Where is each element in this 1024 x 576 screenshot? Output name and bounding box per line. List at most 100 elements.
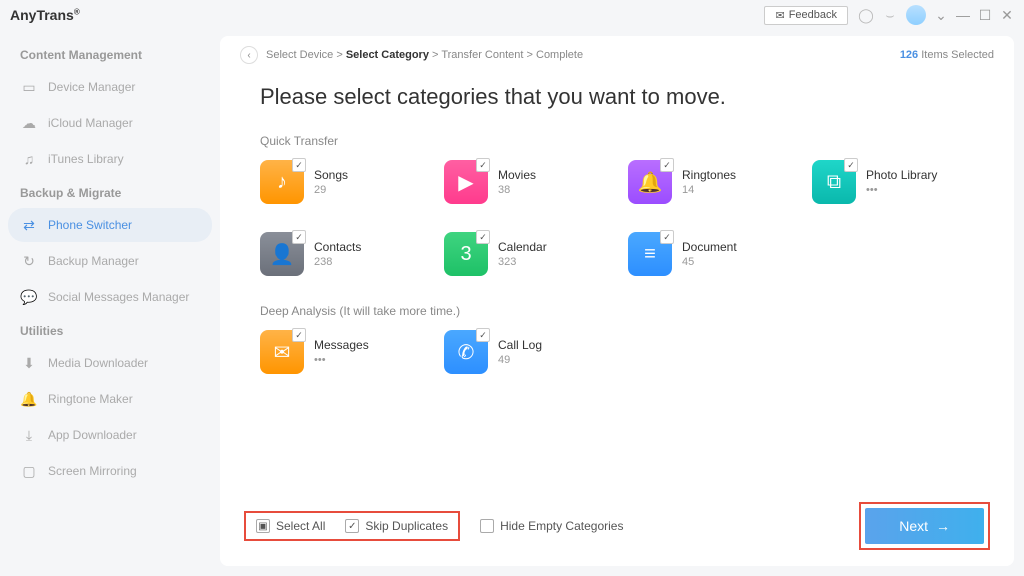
category-icon: 🔔✓ bbox=[628, 160, 672, 204]
tile-checkbox[interactable]: ✓ bbox=[476, 328, 490, 342]
tile-count: 323 bbox=[498, 256, 547, 268]
tile-count: 29 bbox=[314, 184, 348, 196]
sidebar-item-social-messages-manager[interactable]: 💬 Social Messages Manager bbox=[8, 280, 212, 314]
sidebar: Content Management▭Device Manager ☁ iCloud… bbox=[0, 30, 220, 576]
tile-info: Contacts238 bbox=[314, 240, 361, 268]
tile-checkbox[interactable]: ✓ bbox=[660, 158, 674, 172]
tile-checkbox[interactable]: ✓ bbox=[292, 158, 306, 172]
tile-name: Photo Library bbox=[866, 168, 937, 182]
tile-name: Calendar bbox=[498, 240, 547, 254]
tile-name: Movies bbox=[498, 168, 536, 182]
feedback-button[interactable]: ✉ Feedback bbox=[764, 6, 848, 25]
sidebar-icon: ☁ bbox=[20, 114, 38, 132]
category-icon: 3✓ bbox=[444, 232, 488, 276]
category-icon: ≡✓ bbox=[628, 232, 672, 276]
sidebar-icon: ⇄ bbox=[20, 216, 38, 234]
category-icon: ⧉✓ bbox=[812, 160, 856, 204]
tile-checkbox[interactable]: ✓ bbox=[476, 230, 490, 244]
gift-icon[interactable]: ⌣ bbox=[882, 7, 898, 23]
app-brand: AnyTrans® bbox=[10, 7, 80, 23]
close-icon[interactable]: ✕ bbox=[1000, 7, 1014, 24]
sidebar-icon: 💬 bbox=[20, 288, 38, 306]
category-tile-contacts[interactable]: 👤✓ Contacts238 bbox=[260, 232, 420, 276]
category-tile-messages[interactable]: ✉✓Messages••• bbox=[260, 330, 420, 374]
category-tile-songs[interactable]: ♪✓ Songs29 bbox=[260, 160, 420, 204]
sidebar-item-itunes-library[interactable]: ♫ iTunes Library bbox=[8, 142, 212, 176]
chevron-down-icon[interactable]: ⌄ bbox=[934, 7, 948, 24]
tile-checkbox[interactable]: ✓ bbox=[476, 158, 490, 172]
sidebar-icon: ⤓ bbox=[20, 426, 38, 444]
category-icon: ✉✓ bbox=[260, 330, 304, 374]
breadcrumb-step[interactable]: Transfer Content bbox=[441, 49, 523, 61]
bell-icon[interactable]: ◯ bbox=[858, 7, 874, 23]
titlebar: AnyTrans® ✉ Feedback ◯ ⌣ ⌄ — ☐ ✕ bbox=[0, 0, 1024, 30]
back-button[interactable]: ‹ bbox=[240, 46, 258, 64]
tile-info: Photo Library ••• bbox=[866, 168, 937, 196]
skip-duplicates-checkbox[interactable]: ✓Skip Duplicates bbox=[345, 519, 448, 533]
sidebar-icon: ▭ bbox=[20, 78, 38, 96]
sidebar-item-label: iTunes Library bbox=[48, 152, 124, 166]
sidebar-item-media-downloader[interactable]: ⬇ Media Downloader bbox=[8, 346, 212, 380]
breadcrumb-step[interactable]: Select Category bbox=[346, 49, 429, 61]
sidebar-item-label: iCloud Manager bbox=[48, 116, 133, 130]
quick-transfer-grid: ♪✓Songs29▶✓Movies38🔔✓Ringtones14⧉✓Photo … bbox=[260, 160, 974, 276]
chevron-right-icon: > bbox=[333, 49, 346, 61]
tile-info: Calendar 323 bbox=[498, 240, 547, 268]
next-button[interactable]: Next→ bbox=[865, 508, 984, 544]
hide-empty-checkbox[interactable]: Hide Empty Categories bbox=[480, 519, 623, 533]
tile-info: Movies38 bbox=[498, 168, 536, 196]
content-panel: ‹ Select Device > Select Category > Tran… bbox=[220, 36, 1014, 566]
sidebar-item-icloud-manager[interactable]: ☁ iCloud Manager bbox=[8, 106, 212, 140]
category-icon: ✆✓ bbox=[444, 330, 488, 374]
tile-name: Call Log bbox=[498, 338, 542, 352]
category-tile-document[interactable]: ≡✓Document45 bbox=[628, 232, 788, 276]
tile-name: Document bbox=[682, 240, 737, 254]
tile-count: ••• bbox=[866, 184, 937, 196]
category-tile-ringtones[interactable]: 🔔✓ Ringtones14 bbox=[628, 160, 788, 204]
tile-checkbox[interactable]: ✓ bbox=[292, 230, 306, 244]
sidebar-item-screen-mirroring[interactable]: ▢Screen Mirroring bbox=[8, 454, 212, 488]
category-icon: ♪✓ bbox=[260, 160, 304, 204]
sidebar-item-backup-manager[interactable]: ↻Backup Manager bbox=[8, 244, 212, 278]
items-selected-count: 126 Items Selected bbox=[900, 49, 994, 61]
sidebar-item-ringtone-maker[interactable]: 🔔 Ringtone Maker bbox=[8, 382, 212, 416]
sidebar-item-label: App Downloader bbox=[48, 428, 137, 442]
breadcrumb-step[interactable]: Complete bbox=[536, 49, 583, 61]
chevron-right-icon: > bbox=[429, 49, 441, 61]
select-all-checkbox[interactable]: ▣Select All bbox=[256, 519, 325, 533]
sidebar-item-label: Screen Mirroring bbox=[48, 464, 137, 478]
tile-checkbox[interactable]: ✓ bbox=[844, 158, 858, 172]
sidebar-icon: ♫ bbox=[20, 150, 38, 168]
sidebar-item-label: Ringtone Maker bbox=[48, 392, 133, 406]
category-tile-photo-library[interactable]: ⧉✓ Photo Library ••• bbox=[812, 160, 972, 204]
tile-count: 14 bbox=[682, 184, 736, 196]
tile-info: Call Log49 bbox=[498, 338, 542, 366]
minimize-icon[interactable]: — bbox=[956, 7, 970, 23]
category-tile-movies[interactable]: ▶✓Movies38 bbox=[444, 160, 604, 204]
sidebar-group-header: Backup & Migrate bbox=[8, 178, 212, 206]
maximize-icon[interactable]: ☐ bbox=[978, 7, 992, 24]
sidebar-icon: 🔔 bbox=[20, 390, 38, 408]
deep-analysis-grid: ✉✓Messages•••✆✓Call Log49 bbox=[260, 330, 974, 374]
sidebar-group-header: Content Management bbox=[8, 40, 212, 68]
footer-bar: ▣Select All ✓Skip Duplicates Hide Empty … bbox=[220, 490, 1014, 566]
sidebar-item-label: Media Downloader bbox=[48, 356, 148, 370]
sidebar-item-device-manager[interactable]: ▭Device Manager bbox=[8, 70, 212, 104]
highlighted-next: Next→ bbox=[859, 502, 990, 550]
tile-checkbox[interactable]: ✓ bbox=[660, 230, 674, 244]
sidebar-item-label: Social Messages Manager bbox=[48, 290, 189, 304]
page-title: Please select categories that you want t… bbox=[260, 84, 974, 110]
sidebar-icon: ⬇ bbox=[20, 354, 38, 372]
category-icon: 👤✓ bbox=[260, 232, 304, 276]
tile-name: Messages bbox=[314, 338, 369, 352]
sidebar-item-app-downloader[interactable]: ⤓ App Downloader bbox=[8, 418, 212, 452]
tile-checkbox[interactable]: ✓ bbox=[292, 328, 306, 342]
tile-info: Ringtones14 bbox=[682, 168, 736, 196]
breadcrumb-step[interactable]: Select Device bbox=[266, 49, 333, 61]
tile-info: Songs29 bbox=[314, 168, 348, 196]
category-tile-call-log[interactable]: ✆✓ Call Log49 bbox=[444, 330, 604, 374]
sidebar-item-phone-switcher[interactable]: ⇄Phone Switcher bbox=[8, 208, 212, 242]
deep-analysis-label: Deep Analysis (It will take more time.) bbox=[260, 304, 974, 318]
category-tile-calendar[interactable]: 3✓ Calendar 323 bbox=[444, 232, 604, 276]
avatar[interactable] bbox=[906, 5, 926, 25]
